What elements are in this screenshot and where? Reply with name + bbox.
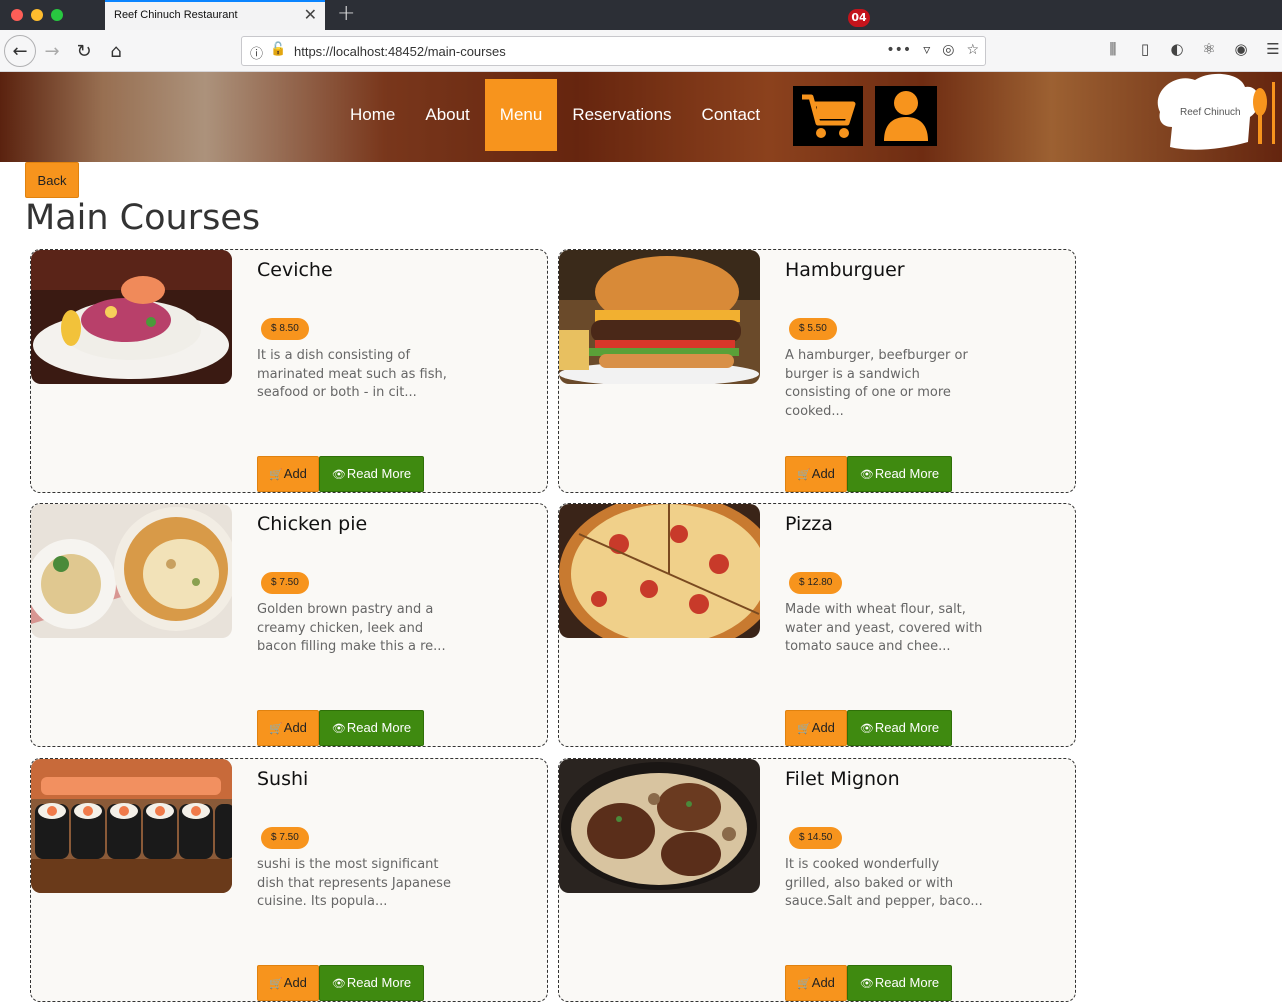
- cart-icon: 🛒: [269, 469, 283, 481]
- cart-count-badge: 04: [848, 9, 870, 27]
- eye-icon: 👁: [859, 978, 874, 990]
- dish-description: A hamburger, beefburger or burger is a s…: [785, 348, 968, 419]
- react-devtools-icon[interactable]: ⚛: [1200, 40, 1218, 58]
- dish-description: Made with wheat flour, salt, water and y…: [785, 602, 983, 654]
- nav-contact[interactable]: Contact: [687, 79, 776, 151]
- user-button[interactable]: [875, 86, 937, 146]
- dish-price-badge: $ 7.50: [261, 572, 309, 594]
- read-more-button[interactable]: 👁Read More: [319, 965, 424, 1001]
- minimize-window-icon[interactable]: [31, 9, 43, 21]
- close-tab-icon[interactable]: ✕: [304, 5, 317, 24]
- dish-card-filet-mignon: Filet Mignon $ 14.50 It is cooked wonder…: [558, 758, 1076, 1002]
- tab-title: Reef Chinuch Restaurant: [114, 9, 238, 21]
- url-text[interactable]: https://localhost:48452/main-courses: [294, 44, 506, 59]
- browser-tab-bar: Reef Chinuch Restaurant ✕ +: [0, 0, 1282, 30]
- page-title: Main Courses: [25, 198, 261, 238]
- dish-description: It is cooked wonderfully grilled, also b…: [785, 857, 983, 909]
- back-arrow-icon[interactable]: ←: [4, 35, 36, 67]
- page-actions-icon[interactable]: •••: [886, 42, 911, 58]
- cart-icon: 🛒: [797, 978, 811, 990]
- dish-price-badge: $ 5.50: [789, 318, 837, 340]
- restaurant-logo[interactable]: Reef Chinuch: [1150, 72, 1282, 162]
- dish-card-hamburguer: Hamburguer $ 5.50 A hamburger, beefburge…: [558, 249, 1076, 493]
- menu-icon[interactable]: ☰: [1264, 40, 1282, 58]
- insecure-lock-icon[interactable]: 🔓: [270, 42, 286, 57]
- forward-arrow-icon[interactable]: →: [38, 37, 66, 65]
- dish-card-pizza: Pizza $ 12.80 Made with wheat flour, sal…: [558, 503, 1076, 747]
- new-tab-icon[interactable]: +: [337, 1, 355, 26]
- dish-price-badge: $ 8.50: [261, 318, 309, 340]
- eye-icon: 👁: [331, 978, 346, 990]
- dish-name: Ceviche: [257, 259, 333, 281]
- nav-about[interactable]: About: [410, 79, 484, 151]
- nav-menu[interactable]: Menu: [484, 79, 558, 151]
- bookmark-star-icon[interactable]: ☆: [966, 42, 979, 58]
- add-to-cart-button[interactable]: 🛒Add: [785, 456, 847, 492]
- cart-icon: 🛒: [797, 723, 811, 735]
- cart-icon: [802, 94, 856, 138]
- add-to-cart-button[interactable]: 🛒Add: [257, 965, 319, 1001]
- add-to-cart-button[interactable]: 🛒Add: [785, 710, 847, 746]
- dish-name: Sushi: [257, 768, 309, 790]
- dish-price-badge: $ 7.50: [261, 827, 309, 849]
- nav-home[interactable]: Home: [335, 79, 410, 151]
- account-icon[interactable]: ◉: [1232, 40, 1250, 58]
- read-more-button[interactable]: 👁Read More: [847, 965, 952, 1001]
- dish-photo-pizza: [559, 504, 760, 638]
- dish-name: Pizza: [785, 513, 833, 535]
- dish-name: Filet Mignon: [785, 768, 900, 790]
- dish-description: sushi is the most significant dish that …: [257, 857, 451, 909]
- close-window-icon[interactable]: [11, 9, 23, 21]
- dish-photo-sushi: [31, 759, 232, 893]
- browser-tab[interactable]: Reef Chinuch Restaurant ✕: [105, 0, 325, 30]
- user-icon: [884, 91, 928, 141]
- eye-icon: 👁: [859, 723, 874, 735]
- dish-description: Golden brown pastry and a creamy chicken…: [257, 602, 446, 654]
- address-bar[interactable]: ⓘ 🔓 https://localhost:48452/main-courses…: [241, 36, 986, 66]
- dish-description: It is a dish consisting of marinated mea…: [257, 348, 447, 400]
- dish-card-ceviche: Ceviche $ 8.50 It is a dish consisting o…: [30, 249, 548, 493]
- dish-name: Hamburguer: [785, 259, 905, 281]
- maximize-window-icon[interactable]: [51, 9, 63, 21]
- dish-price-badge: $ 12.80: [789, 572, 843, 594]
- logo-text: Reef Chinuch: [1180, 107, 1241, 118]
- dish-card-chicken-pie: Chicken pie $ 7.50 Golden brown pastry a…: [30, 503, 548, 747]
- sidebar-icon[interactable]: ▯: [1136, 40, 1154, 58]
- dish-photo-ceviche: [31, 250, 232, 384]
- dish-photo-hamburguer: [559, 250, 760, 384]
- back-button[interactable]: Back: [25, 162, 79, 198]
- cart-icon: 🛒: [269, 978, 283, 990]
- dish-card-sushi: Sushi $ 7.50 sushi is the most significa…: [30, 758, 548, 1002]
- read-more-button[interactable]: 👁Read More: [319, 456, 424, 492]
- cart-icon: 🛒: [269, 723, 283, 735]
- read-more-button[interactable]: 👁Read More: [847, 456, 952, 492]
- library-icon[interactable]: ⫼: [1104, 40, 1122, 58]
- eye-icon: 👁: [859, 469, 874, 481]
- info-icon[interactable]: ⓘ: [250, 43, 263, 62]
- dish-photo-filet-mignon: [559, 759, 760, 893]
- pocket-icon[interactable]: ▿: [923, 42, 930, 58]
- eye-icon: 👁: [331, 469, 346, 481]
- site-header: Home About Menu Reservations Contact Ree…: [0, 72, 1282, 162]
- nav-reservations[interactable]: Reservations: [557, 79, 686, 151]
- dish-name: Chicken pie: [257, 513, 368, 535]
- extension-icon[interactable]: ◎: [942, 42, 954, 58]
- add-to-cart-button[interactable]: 🛒Add: [257, 710, 319, 746]
- read-more-button[interactable]: 👁Read More: [319, 710, 424, 746]
- cart-icon: 🛒: [797, 469, 811, 481]
- main-nav: Home About Menu Reservations Contact: [335, 79, 775, 151]
- home-icon[interactable]: ⌂: [102, 37, 130, 65]
- dish-price-badge: $ 14.50: [789, 827, 843, 849]
- add-to-cart-button[interactable]: 🛒Add: [785, 965, 847, 1001]
- eye-icon: 👁: [331, 723, 346, 735]
- add-to-cart-button[interactable]: 🛒Add: [257, 456, 319, 492]
- reload-icon[interactable]: ↻: [70, 37, 98, 65]
- browser-toolbar: ← → ↻ ⌂ ⓘ 🔓 https://localhost:48452/main…: [0, 30, 1282, 72]
- dark-mode-icon[interactable]: ◐: [1168, 40, 1186, 58]
- dish-photo-chicken-pie: [31, 504, 232, 638]
- cart-button[interactable]: [793, 86, 863, 146]
- read-more-button[interactable]: 👁Read More: [847, 710, 952, 746]
